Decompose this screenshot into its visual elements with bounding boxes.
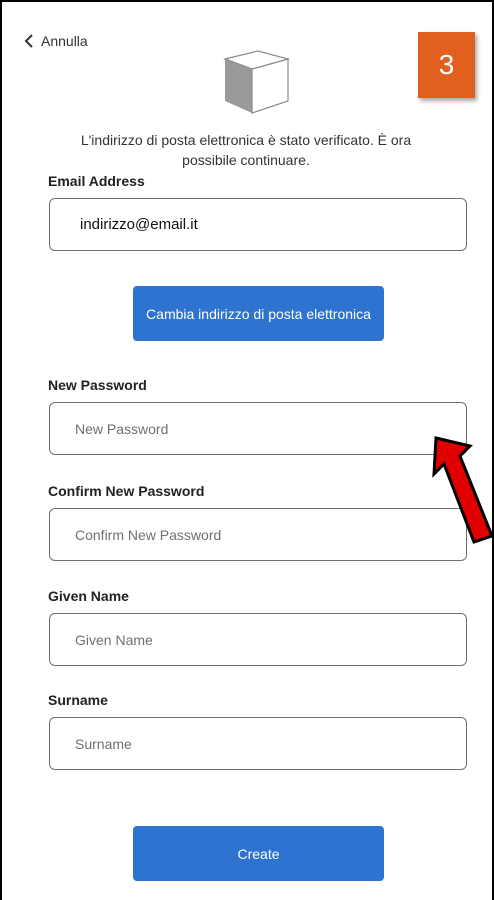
- email-label: Email Address: [48, 173, 145, 189]
- red-arrow-annotation: [432, 436, 494, 544]
- surname-placeholder: Surname: [75, 735, 132, 752]
- confirm-password-label: Confirm New Password: [48, 483, 205, 499]
- confirm-password-placeholder: Confirm New Password: [75, 526, 222, 543]
- cube-logo-icon: [222, 50, 291, 114]
- create-button[interactable]: Create: [133, 826, 384, 881]
- surname-field[interactable]: Surname: [49, 717, 467, 770]
- given-name-placeholder: Given Name: [75, 631, 153, 648]
- new-password-label: New Password: [48, 377, 147, 393]
- surname-label: Surname: [48, 692, 108, 708]
- confirm-password-field[interactable]: Confirm New Password: [49, 508, 467, 561]
- email-value: indirizzo@email.it: [80, 216, 198, 233]
- verification-message: L'indirizzo di posta elettronica è stato…: [80, 132, 412, 168]
- email-field[interactable]: indirizzo@email.it: [49, 198, 467, 251]
- change-email-button[interactable]: Cambia indirizzo di posta elettronica: [133, 286, 384, 341]
- cancel-label: Annulla: [41, 33, 88, 49]
- new-password-placeholder: New Password: [75, 420, 169, 437]
- given-name-field[interactable]: Given Name: [49, 613, 467, 666]
- chevron-left-icon: [24, 34, 33, 48]
- cancel-link[interactable]: Annulla: [24, 33, 88, 49]
- given-name-label: Given Name: [48, 588, 129, 604]
- new-password-field[interactable]: New Password: [49, 402, 467, 455]
- step-number-badge: 3: [418, 32, 475, 98]
